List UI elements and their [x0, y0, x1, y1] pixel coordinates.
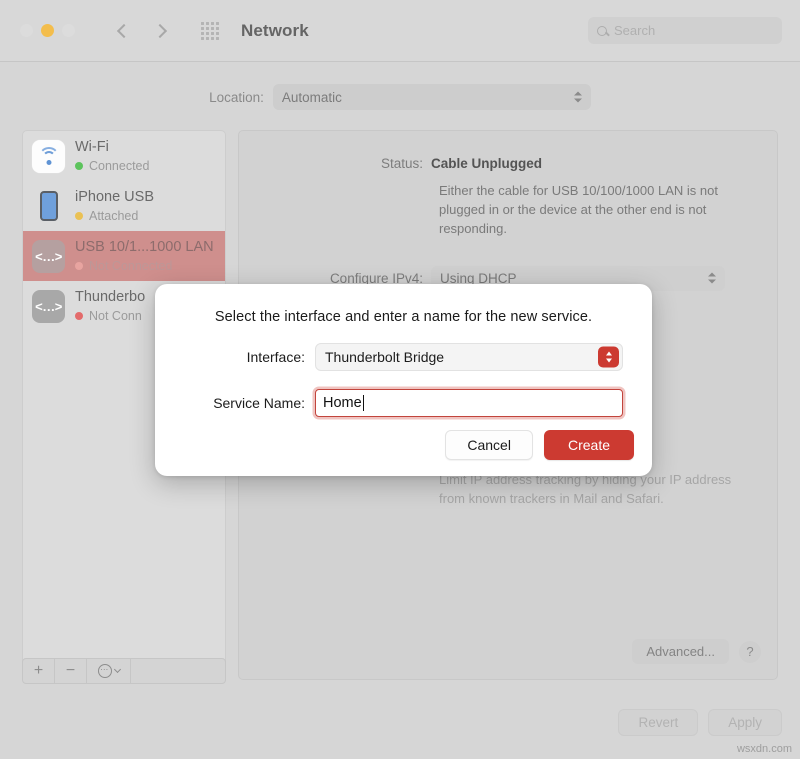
page-title: Network — [241, 21, 309, 41]
interface-popup-button[interactable]: Thunderbolt Bridge — [315, 343, 623, 371]
advanced-row: Advanced... ? — [632, 639, 761, 664]
add-service-button[interactable]: + — [23, 659, 55, 683]
sidebar-item-wifi[interactable]: Wi-Fi Connected — [23, 131, 225, 181]
location-popup-button[interactable]: Automatic — [273, 84, 591, 110]
service-status: Not Conn — [75, 309, 145, 323]
remove-service-button[interactable]: − — [55, 659, 87, 683]
chevron-updown-icon — [574, 92, 582, 103]
ethernet-icon: <…> — [32, 290, 65, 323]
service-text: Thunderbo Not Conn — [75, 289, 145, 323]
status-row: Status: Cable Unplugged — [239, 156, 777, 171]
close-button-icon[interactable] — [20, 24, 33, 37]
sidebar-item-usb-lan[interactable]: <…> USB 10/1...1000 LAN Not Connected — [23, 231, 225, 281]
chevron-updown-icon — [708, 273, 716, 284]
text-caret — [363, 395, 365, 411]
service-name-row: Service Name: Home — [155, 389, 652, 417]
service-name: USB 10/1...1000 LAN — [75, 239, 214, 256]
status-dot-icon — [75, 312, 83, 320]
sidebar-item-iphone-usb[interactable]: iPhone USB Attached — [23, 181, 225, 231]
status-value: Cable Unplugged — [431, 156, 542, 171]
advanced-button[interactable]: Advanced... — [632, 639, 729, 664]
service-name-value: Home — [323, 395, 362, 411]
service-name: Thunderbo — [75, 289, 145, 306]
sheet-action-buttons: Cancel Create — [445, 430, 634, 460]
service-actions-button[interactable]: ⋯ — [87, 659, 131, 683]
show-all-grid-icon[interactable] — [201, 22, 219, 40]
network-preferences-window: Network Search Location: Automatic Wi-Fi — [0, 0, 800, 759]
service-status: Not Connected — [75, 259, 214, 273]
service-status: Attached — [75, 209, 154, 223]
service-name: iPhone USB — [75, 189, 154, 206]
iphone-icon — [32, 190, 65, 223]
interface-row: Interface: Thunderbolt Bridge — [155, 343, 652, 371]
service-name-input[interactable]: Home — [315, 389, 623, 417]
watermark: wsxdn.com — [737, 743, 792, 755]
status-text: Not Connected — [89, 259, 172, 273]
interface-value: Thunderbolt Bridge — [325, 349, 444, 365]
location-value: Automatic — [282, 90, 342, 105]
status-dot-icon — [75, 162, 83, 170]
service-status: Connected — [75, 159, 149, 173]
chevron-down-icon — [113, 666, 120, 673]
circled-ellipsis-icon: ⋯ — [98, 664, 112, 678]
revert-button[interactable]: Revert — [618, 709, 698, 736]
services-toolbar: + − ⋯ — [22, 658, 226, 684]
interface-label: Interface: — [155, 349, 315, 365]
status-dot-icon — [75, 262, 83, 270]
navigation-buttons — [119, 26, 165, 36]
service-text: Wi-Fi Connected — [75, 139, 149, 173]
status-description: Either the cable for USB 10/100/1000 LAN… — [439, 182, 744, 239]
sheet-heading: Select the interface and enter a name fo… — [155, 309, 652, 325]
window-action-buttons: Revert Apply — [618, 709, 782, 736]
cancel-button[interactable]: Cancel — [445, 430, 533, 460]
window-titlebar: Network Search — [0, 0, 800, 62]
status-text: Not Conn — [89, 309, 142, 323]
wifi-icon — [32, 140, 65, 173]
forward-chevron-icon[interactable] — [153, 23, 167, 37]
create-button[interactable]: Create — [544, 430, 634, 460]
new-service-sheet: Select the interface and enter a name fo… — [155, 284, 652, 476]
ethernet-icon: <…> — [32, 240, 65, 273]
status-dot-icon — [75, 212, 83, 220]
service-name-label: Service Name: — [155, 395, 315, 411]
traffic-lights — [20, 24, 75, 37]
chevron-updown-icon[interactable] — [598, 347, 619, 368]
status-text: Attached — [89, 209, 138, 223]
back-chevron-icon[interactable] — [117, 23, 131, 37]
apply-button[interactable]: Apply — [708, 709, 782, 736]
service-name: Wi-Fi — [75, 139, 149, 156]
location-label: Location: — [209, 90, 264, 105]
help-button[interactable]: ? — [739, 641, 761, 663]
zoom-button-icon[interactable] — [62, 24, 75, 37]
service-text: USB 10/1...1000 LAN Not Connected — [75, 239, 214, 273]
minimize-button-icon[interactable] — [41, 24, 54, 37]
search-icon — [597, 26, 607, 36]
service-text: iPhone USB Attached — [75, 189, 154, 223]
status-label: Status: — [239, 156, 431, 171]
search-placeholder: Search — [614, 23, 655, 38]
status-text: Connected — [89, 159, 149, 173]
search-input[interactable]: Search — [588, 17, 782, 44]
privacy-description: Limit IP address tracking by hiding your… — [439, 471, 759, 509]
location-row: Location: Automatic — [0, 84, 800, 110]
